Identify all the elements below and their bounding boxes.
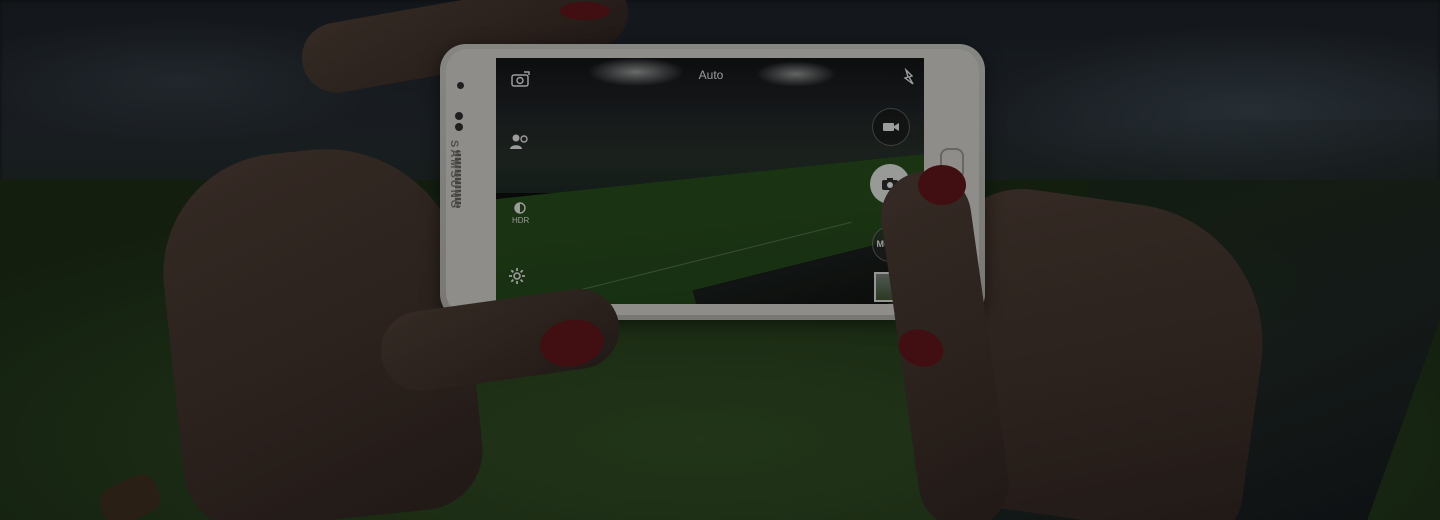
dark-overlay [0, 0, 1440, 520]
stadium-photo-scene: SAMSUNG Auto HDR [0, 0, 1440, 520]
